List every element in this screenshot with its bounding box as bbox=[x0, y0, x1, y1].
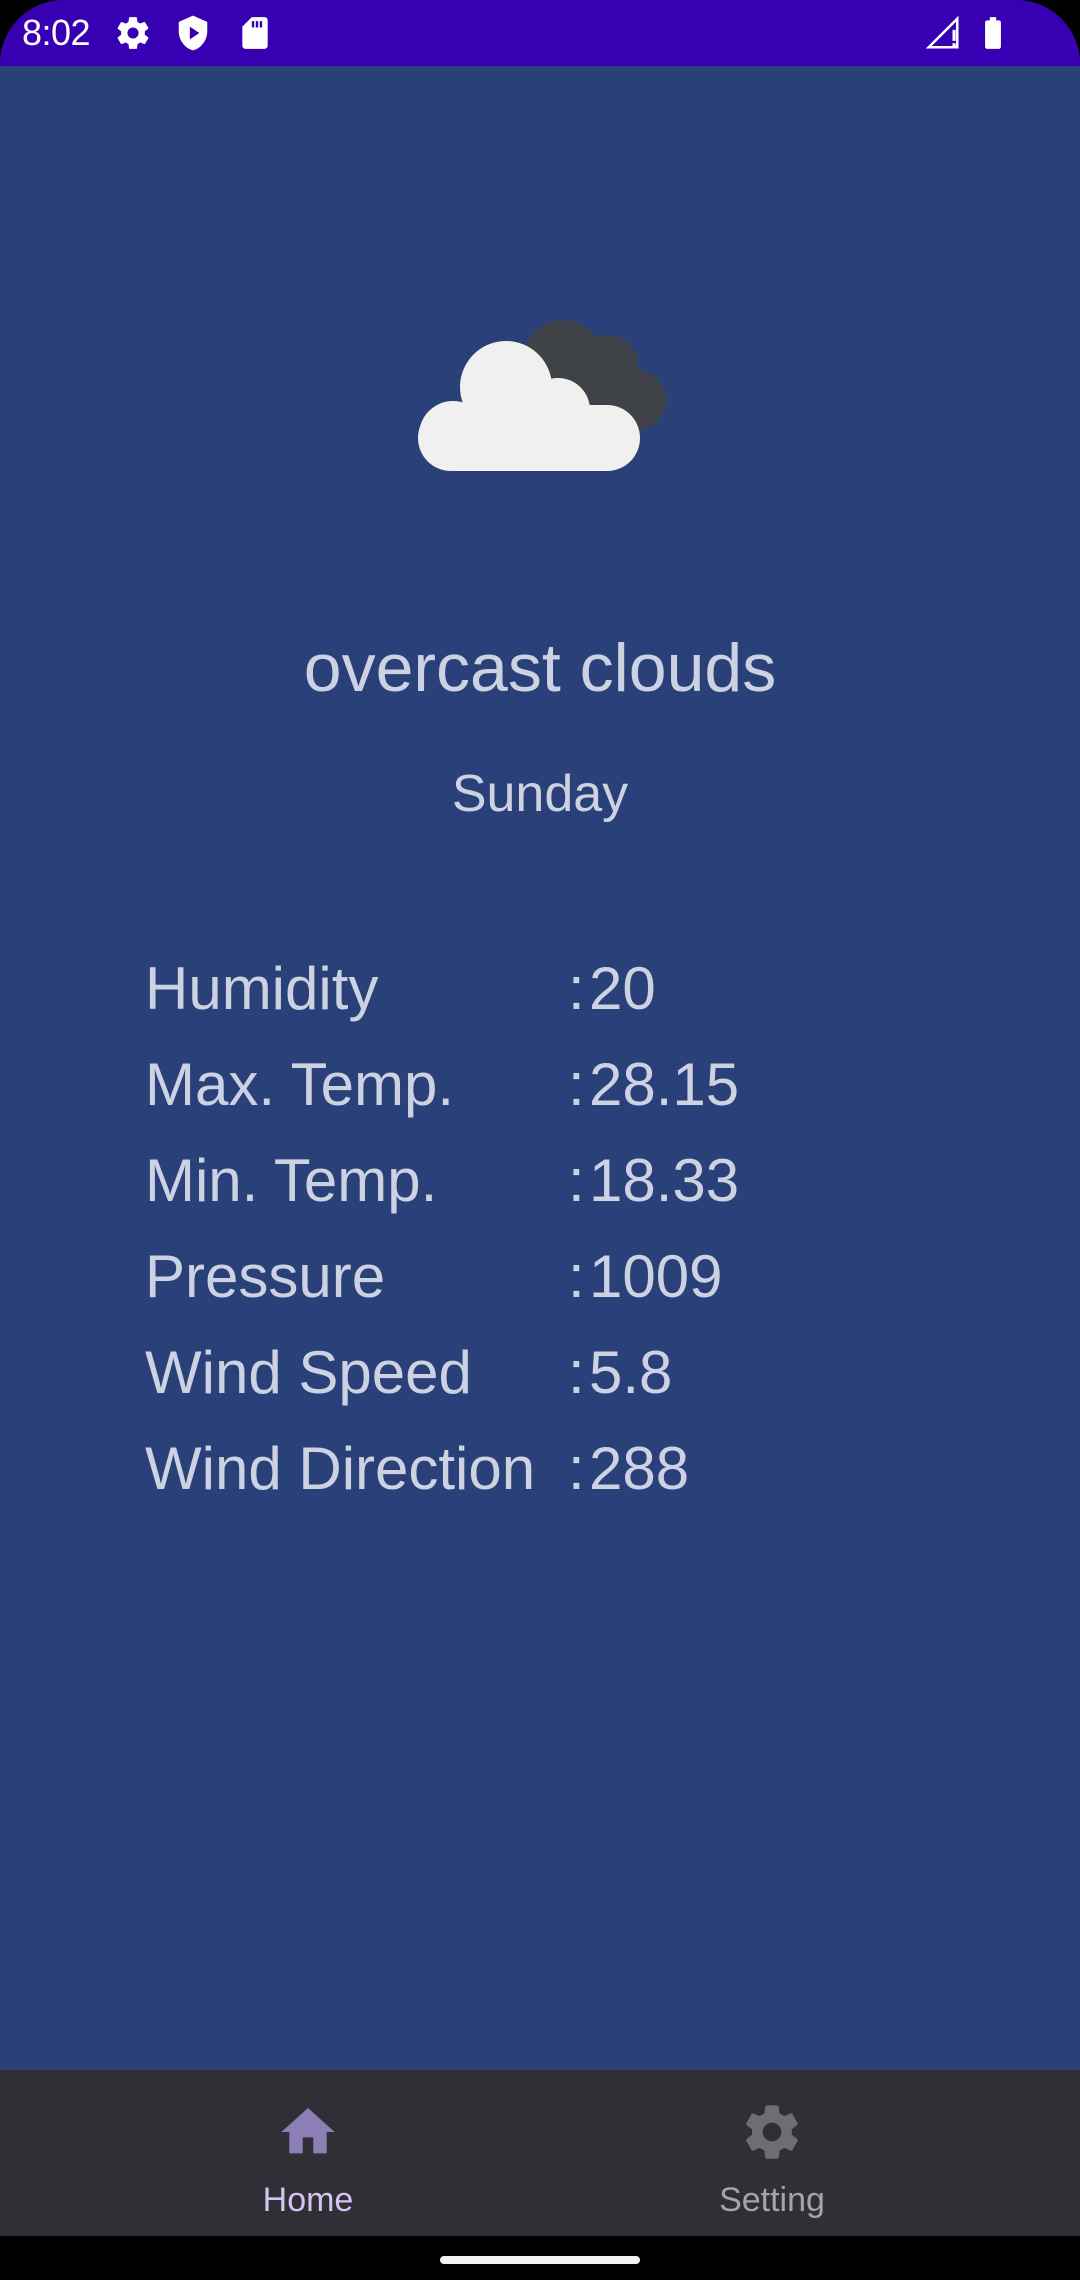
stat-label: Pressure bbox=[145, 1243, 386, 1310]
stat-colon: : bbox=[568, 1051, 585, 1118]
stat-colon: : bbox=[568, 1243, 585, 1310]
weather-description: overcast clouds bbox=[303, 630, 777, 706]
stat-value: 18.33 bbox=[589, 1147, 740, 1214]
stat-colon: : bbox=[568, 1435, 585, 1502]
nav-item-setting[interactable]: Setting bbox=[540, 2070, 1080, 2236]
home-icon bbox=[276, 2100, 340, 2164]
stat-value: 5.8 bbox=[589, 1339, 673, 1406]
weather-stats: Humidity : 20 Max. Temp. : 28.15 Min. Te… bbox=[145, 950, 945, 1526]
stat-colon: : bbox=[568, 955, 585, 1022]
settings-gear-icon bbox=[740, 2100, 804, 2164]
gesture-handle[interactable] bbox=[440, 2256, 640, 2264]
bottom-navigation: Home Setting bbox=[0, 2070, 1080, 2236]
nav-label-setting: Setting bbox=[719, 2181, 825, 2219]
shield-play-icon bbox=[174, 14, 212, 52]
stat-value: 288 bbox=[589, 1435, 690, 1502]
signal-alert-icon bbox=[924, 14, 962, 52]
stat-colon: : bbox=[568, 1147, 585, 1214]
stat-label: Wind Speed bbox=[145, 1339, 472, 1406]
stat-value: 1009 bbox=[589, 1243, 723, 1310]
nav-label-home: Home bbox=[262, 2181, 354, 2219]
weather-day: Sunday bbox=[451, 765, 629, 823]
sd-card-icon bbox=[236, 14, 274, 52]
status-time: 8:02 bbox=[22, 12, 91, 53]
stat-label: Max. Temp. bbox=[145, 1051, 454, 1118]
status-bar: 8:02 bbox=[0, 0, 1080, 66]
gesture-navigation-bar bbox=[0, 2236, 1080, 2280]
stat-row-humidity: Humidity : 20 bbox=[145, 950, 945, 1046]
stat-row-max-temp: Max. Temp. : 28.15 bbox=[145, 1046, 945, 1142]
battery-icon bbox=[974, 14, 1012, 52]
nav-item-home[interactable]: Home bbox=[0, 2070, 540, 2236]
stat-row-pressure: Pressure : 1009 bbox=[145, 1238, 945, 1334]
stat-label: Wind Direction bbox=[145, 1435, 536, 1502]
stat-row-wind-speed: Wind Speed : 5.8 bbox=[145, 1334, 945, 1430]
stat-row-min-temp: Min. Temp. : 18.33 bbox=[145, 1142, 945, 1238]
stat-label: Min. Temp. bbox=[145, 1147, 438, 1214]
stat-value: 28.15 bbox=[589, 1051, 740, 1118]
app-screen: 8:02 overcast clouds Sunday Humidity: 2… bbox=[0, 0, 1080, 2280]
gear-icon bbox=[114, 14, 152, 52]
overcast-clouds-icon bbox=[408, 305, 670, 480]
stat-value: 20 bbox=[589, 955, 656, 1022]
stat-label: Humidity bbox=[145, 955, 379, 1022]
stat-colon: : bbox=[568, 1339, 585, 1406]
stat-row-wind-direction: Wind Direction : 288 bbox=[145, 1430, 945, 1526]
